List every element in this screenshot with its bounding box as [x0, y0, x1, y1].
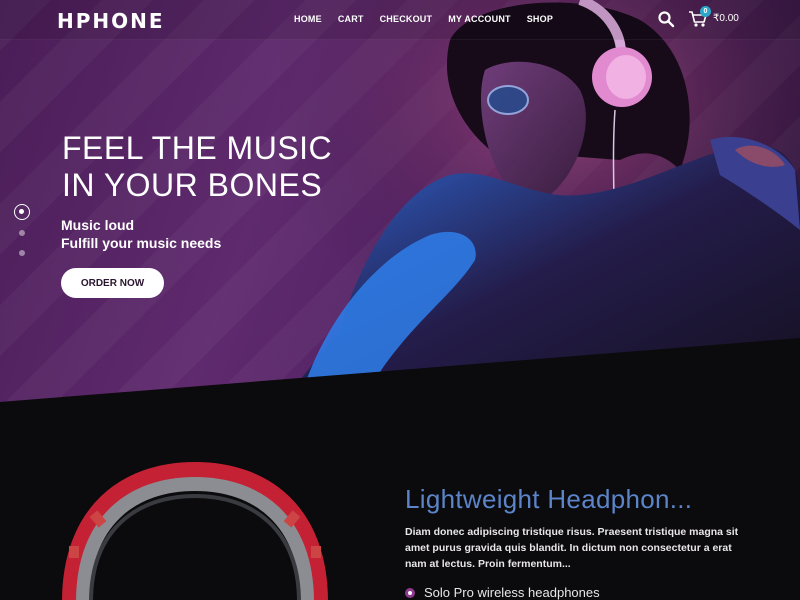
hero-subtitle: Music loud Fulfill your music needs [61, 216, 221, 252]
hero-title-line-2: IN YOUR BONES [62, 167, 323, 203]
nav-item-cart[interactable]: CART [338, 14, 364, 24]
order-now-button[interactable]: ORDER NOW [61, 268, 164, 298]
feature-label: Solo Pro wireless headphones [424, 585, 600, 600]
slider-dot-2[interactable] [19, 230, 25, 236]
slider-dot-3[interactable] [19, 250, 25, 256]
nav-item-checkout[interactable]: CHECKOUT [380, 14, 433, 24]
bullet-icon [405, 587, 415, 598]
site-logo[interactable]: HPHONE [57, 9, 165, 33]
search-icon[interactable] [657, 10, 675, 28]
hero-title: FEEL THE MUSIC IN YOUR BONES [62, 130, 382, 204]
headphone-product-image [62, 462, 328, 600]
cart-count-badge: 0 [700, 6, 711, 17]
slider-dot-1-active[interactable] [14, 204, 30, 220]
hero-subtitle-line-1: Music loud [61, 217, 135, 233]
product-title: Lightweight Headphon... [405, 484, 693, 514]
hero-title-line-1: FEEL THE MUSIC [62, 130, 333, 166]
feature-list-item: Solo Pro wireless headphones [405, 585, 600, 600]
hero-subtitle-line-2: Fulfill your music needs [61, 235, 222, 251]
main-nav: HOME CART CHECKOUT MY ACCOUNT SHOP [286, 14, 561, 24]
cart-total[interactable]: ₹0.00 [713, 13, 739, 24]
nav-item-shop[interactable]: SHOP [527, 14, 553, 24]
nav-item-home[interactable]: HOME [294, 14, 322, 24]
nav-item-my-account[interactable]: MY ACCOUNT [448, 14, 511, 24]
top-navigation-bar: HPHONE HOME CART CHECKOUT MY ACCOUNT SHO… [0, 0, 800, 40]
product-description: Diam donec adipiscing tristique risus. P… [405, 526, 739, 570]
